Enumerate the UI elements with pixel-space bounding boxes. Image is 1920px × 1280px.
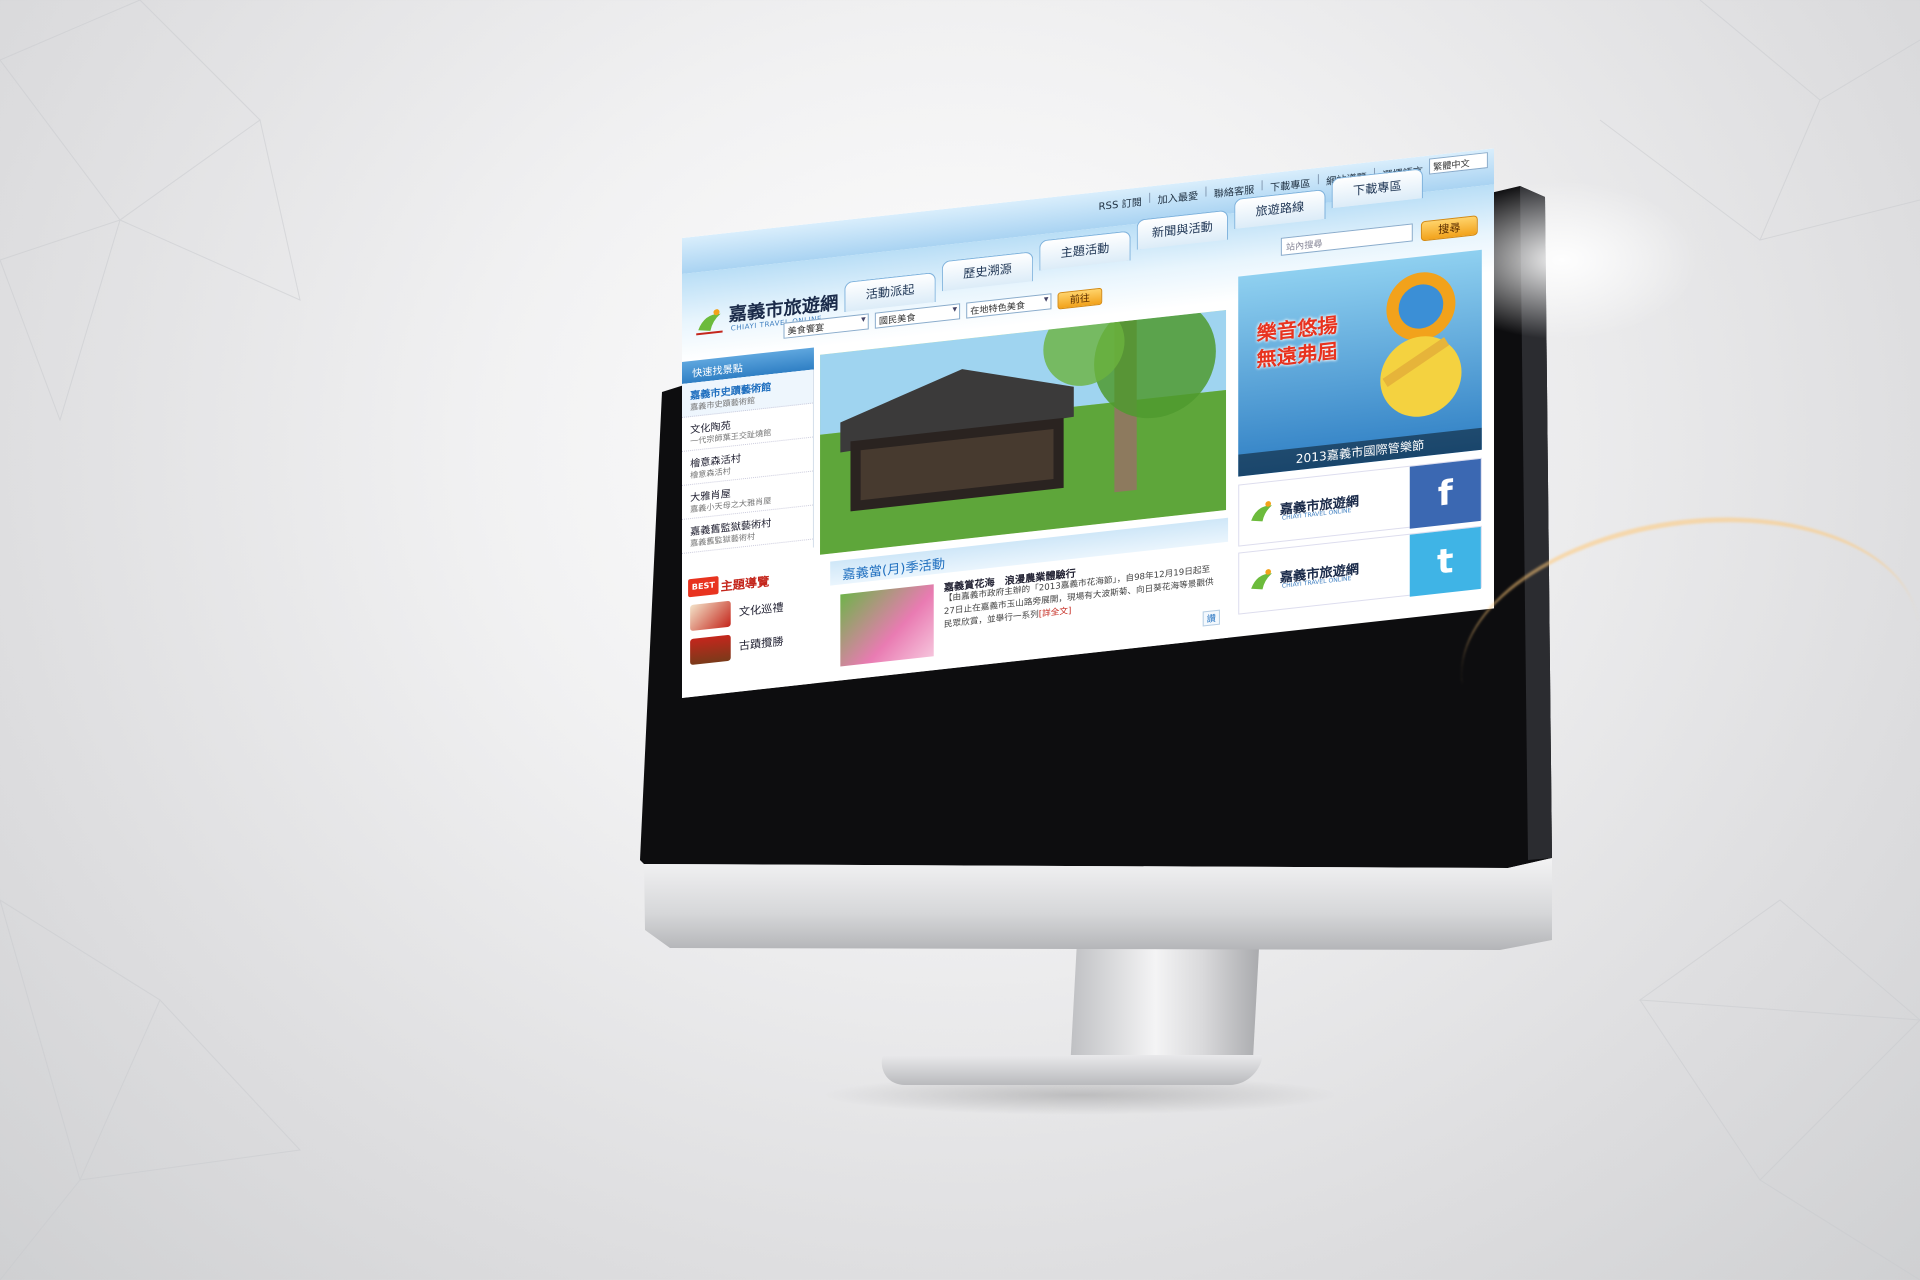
- rss-link[interactable]: RSS 訂閱: [1098, 193, 1141, 213]
- mascot-image: [1380, 272, 1462, 417]
- like-button[interactable]: 讚: [1202, 609, 1220, 627]
- hero-image[interactable]: [820, 309, 1227, 555]
- temple-icon: [690, 634, 731, 666]
- banner-headline: 樂音悠揚 無遠弗屆: [1256, 312, 1338, 372]
- facebook-icon: f: [1409, 458, 1481, 529]
- theme-guide-title: 主題導覽: [720, 574, 770, 594]
- tab-themes[interactable]: 主題活動: [1039, 230, 1131, 271]
- tab-history[interactable]: 歷史溯源: [941, 251, 1034, 292]
- best-badge: BEST: [688, 575, 719, 598]
- logo-icon: [1251, 569, 1272, 590]
- flower-image[interactable]: [840, 584, 934, 667]
- read-more-link[interactable]: [詳全文]: [1039, 606, 1072, 620]
- browser-screen: RSS 訂閱| 加入最愛| 聯絡客服| 下載專區| 網站導覽| 選擇語言 繁體中…: [682, 148, 1494, 698]
- favorite-link[interactable]: 加入最愛: [1158, 187, 1199, 206]
- paint-icon: [690, 600, 731, 632]
- logo-icon: [696, 309, 723, 336]
- lens-glare: [1470, 180, 1700, 340]
- twitter-icon: t: [1409, 526, 1481, 597]
- language-select[interactable]: 繁體中文: [1429, 152, 1488, 175]
- logo-icon: [1251, 501, 1272, 522]
- tab-activities[interactable]: 活動派起: [844, 272, 936, 313]
- japanese-house-image: [820, 309, 1227, 555]
- search-button[interactable]: 搜尋: [1420, 215, 1478, 242]
- attraction-list: 嘉義市史蹟藝術館 嘉義市史蹟藝術館 文化陶苑 一代宗師葉王交趾燒館 檜意森活村 …: [682, 369, 814, 562]
- go-button[interactable]: 前往: [1057, 287, 1103, 310]
- event-body: 【由嘉義市政府主辦的「2013嘉義市花海節」，自98年12月19日起至27日止在…: [943, 564, 1214, 631]
- festival-banner[interactable]: 樂音悠揚 無遠弗屆 2013嘉義市國際管樂節: [1238, 249, 1482, 477]
- theme-guide: BEST 主題導覽 文化巡禮 古蹟攬勝: [682, 563, 814, 698]
- site-logo[interactable]: 嘉義市旅遊網 CHIAYI TRAVEL ONLINE: [694, 286, 846, 349]
